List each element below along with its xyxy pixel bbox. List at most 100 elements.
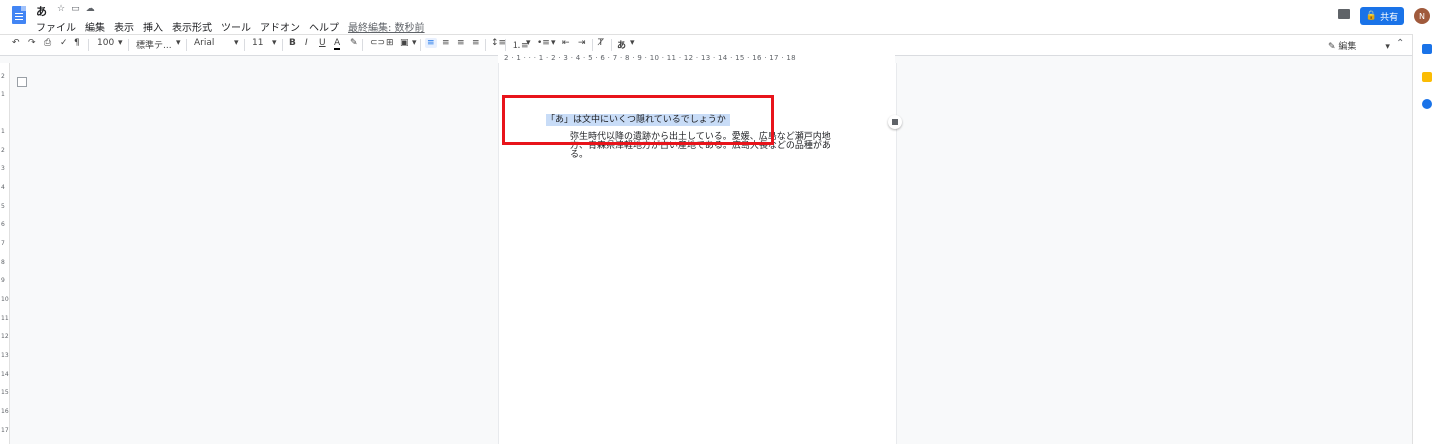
comment-history-icon[interactable] [1338,9,1350,19]
toolbar: ↶ ↷ ⎙ ✓ ¶ 100 ▾ 標準テ... ▾ Arial ▾ 11 ▾ B … [0,34,1412,56]
menu-format[interactable]: 表示形式 [172,19,212,34]
undo-icon[interactable]: ↶ [12,38,20,48]
paint-format-icon[interactable]: ¶ [74,38,80,48]
ruler-label: 9 [1,277,5,284]
line-spacing-icon[interactable]: ↕≡ [491,38,506,48]
ruler-label: 14 [1,371,9,378]
divider [88,39,89,51]
title-actions: ☆ ▭ ☁ [57,4,95,14]
pencil-icon: ✎ [1328,42,1336,52]
vertical-ruler[interactable]: 2 1 1 2 3 4 5 6 7 8 9 10 11 12 13 14 15 … [0,63,10,444]
redo-icon[interactable]: ↷ [28,38,36,48]
ruler-label: 5 [1,203,5,210]
zoom-select[interactable]: 100 [97,38,114,48]
clear-formatting-icon[interactable]: Ⱦ [598,38,604,48]
editing-mode-select[interactable]: ✎ 編集 ▾ [1328,39,1390,52]
divider [505,39,506,51]
ruler-label: 2 [1,73,5,80]
cloud-icon[interactable]: ☁ [86,4,95,14]
chevron-down-icon: ▾ [118,38,123,48]
ruler-label: 4 [1,184,5,191]
chevron-down-icon: ▾ [551,38,556,48]
bulleted-list-icon[interactable]: •≡ [537,38,550,48]
print-icon[interactable]: ⎙ [44,38,51,48]
divider [362,39,363,51]
ruler-label: 10 [1,296,9,303]
ruler-label: 13 [1,352,9,359]
divider [128,39,129,51]
document-outline-icon[interactable] [17,77,27,87]
calendar-icon[interactable] [1422,44,1432,54]
divider [592,39,593,51]
share-button[interactable]: 🔒 共有 [1360,7,1404,25]
divider [244,39,245,51]
menu-help[interactable]: ヘルプ [309,19,339,34]
divider [420,39,421,51]
chevron-down-icon: ▾ [1385,42,1390,52]
document-title[interactable]: あ [36,3,47,19]
divider [282,39,283,51]
menu-view[interactable]: 表示 [114,19,134,34]
last-edit-status[interactable]: 最終編集: 数秒前 [348,19,425,34]
ruler-labels: 2 · 1 · · · 1 · 2 · 3 · 4 · 5 · 6 · 7 · … [504,54,796,62]
ruler-label: 1 [1,128,5,135]
align-center-icon[interactable]: ≡ [442,38,450,48]
chevron-down-icon: ▾ [272,38,277,48]
decrease-indent-icon[interactable]: ⇤ [562,38,570,48]
horizontal-ruler[interactable]: 2 · 1 · · · 1 · 2 · 3 · 4 · 5 · 6 · 7 · … [498,54,895,63]
menu-tools[interactable]: ツール [221,19,251,34]
align-justify-icon[interactable]: ≡ [472,38,480,48]
menu-file[interactable]: ファイル [36,19,76,34]
keep-icon[interactable] [1422,72,1432,82]
ruler-label: 1 [1,91,5,98]
menu-addons[interactable]: アドオン [260,19,300,34]
star-icon[interactable]: ☆ [57,4,65,14]
annotation-highlight-box [502,95,774,145]
lock-icon: 🔒 [1365,11,1378,21]
chevron-down-icon: ▾ [234,38,239,48]
chevron-down-icon: ▾ [176,38,181,48]
ruler-label: 2 [1,147,5,154]
insert-image-icon[interactable]: ▣ [400,38,409,48]
ruler-label: 11 [1,315,9,322]
docs-logo-icon[interactable] [12,6,26,24]
collapse-menu-icon[interactable]: ⌃ [1396,38,1404,49]
chevron-down-icon: ▾ [412,38,417,48]
divider [611,39,612,51]
ruler-label: 8 [1,259,5,266]
ruler-label: 17 [1,427,9,434]
bold-button[interactable]: B [289,38,296,48]
highlight-icon[interactable]: ✎ [350,38,358,48]
link-icon[interactable]: ⊂⊃ [370,38,385,48]
folder-icon[interactable]: ▭ [71,4,80,14]
font-size-select[interactable]: 11 [252,38,263,48]
avatar[interactable]: N [1414,8,1430,24]
tasks-icon[interactable] [1422,99,1432,109]
menu-bar: ファイル 編集 表示 挿入 表示形式 ツール アドオン ヘルプ 最終編集: 数秒… [36,19,425,34]
chevron-down-icon: ▾ [630,38,635,48]
style-select[interactable]: 標準テ... [136,38,172,51]
italic-button[interactable]: I [305,38,308,48]
ruler-label: 15 [1,389,9,396]
app-header: あ ☆ ▭ ☁ ファイル 編集 表示 挿入 表示形式 ツール アドオン ヘルプ … [0,0,1440,34]
insert-comment-icon[interactable]: ⊞ [386,38,394,48]
align-left-icon[interactable]: ≡ [425,38,437,48]
input-tools-button[interactable]: あ [617,38,626,51]
divider [485,39,486,51]
spellcheck-icon[interactable]: ✓ [60,38,68,48]
add-comment-icon[interactable] [888,115,902,129]
align-right-icon[interactable]: ≡ [457,38,465,48]
ruler-label: 3 [1,165,5,172]
font-select[interactable]: Arial [194,38,214,48]
underline-button[interactable]: U [319,38,326,48]
ruler-label: 7 [1,240,5,247]
editing-mode-label: 編集 [1338,42,1357,52]
text-color-button[interactable]: A [334,38,341,50]
menu-insert[interactable]: 挿入 [143,19,163,34]
ruler-label: 6 [1,221,5,228]
increase-indent-icon[interactable]: ⇥ [578,38,586,48]
menu-edit[interactable]: 編集 [85,19,105,34]
share-label: 共有 [1380,12,1399,23]
divider [186,39,187,51]
ruler-label: 12 [1,333,9,340]
